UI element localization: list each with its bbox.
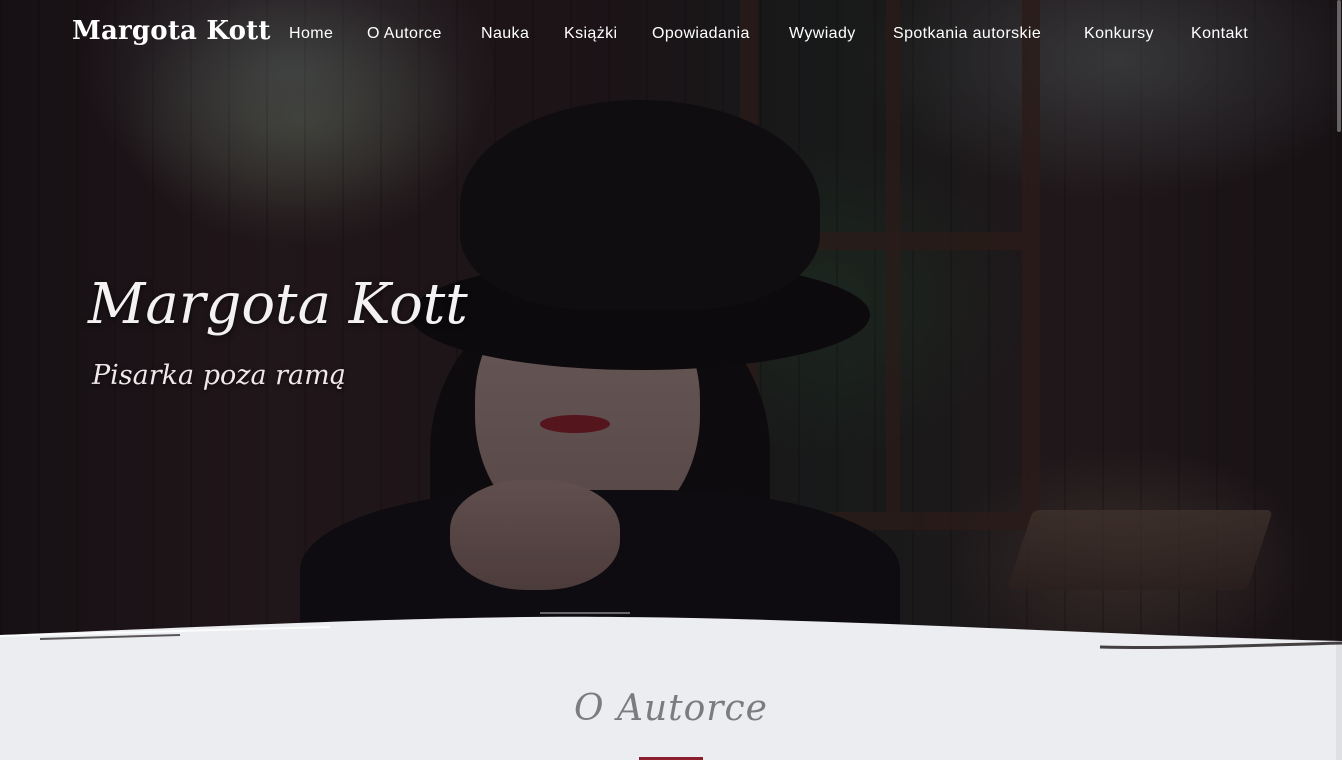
nav-item-kontakt[interactable]: Kontakt bbox=[1191, 25, 1248, 43]
section-title-o-autorce: O Autorce bbox=[574, 688, 768, 729]
nav-item-opowiadania[interactable]: Opowiadania bbox=[652, 25, 750, 43]
nav-item-konkursy[interactable]: Konkursy bbox=[1084, 25, 1154, 43]
site-header: Margota Kott Home O Autorce Nauka Książk… bbox=[0, 0, 1342, 70]
nav-item-wywiady[interactable]: Wywiady bbox=[789, 25, 856, 43]
hero-title: Margota Kott bbox=[88, 272, 468, 337]
nav-item-home[interactable]: Home bbox=[289, 25, 333, 43]
hero-subtitle: Pisarka poza ramą bbox=[92, 360, 346, 391]
nav-item-spotkania-autorskie[interactable]: Spotkania autorskie bbox=[893, 25, 1041, 43]
scrollbar-thumb[interactable] bbox=[1337, 0, 1341, 132]
main-nav: Home O Autorce Nauka Książki Opowiadania… bbox=[0, 25, 1342, 47]
hero-banner: Margota Kott Pisarka poza ramą bbox=[0, 0, 1342, 656]
nav-item-ksiazki[interactable]: Książki bbox=[564, 25, 617, 43]
nav-item-nauka[interactable]: Nauka bbox=[481, 25, 529, 43]
hero-brush-divider bbox=[0, 612, 1342, 665]
nav-item-o-autorce[interactable]: O Autorce bbox=[367, 25, 442, 43]
scrollbar[interactable] bbox=[1336, 0, 1342, 760]
